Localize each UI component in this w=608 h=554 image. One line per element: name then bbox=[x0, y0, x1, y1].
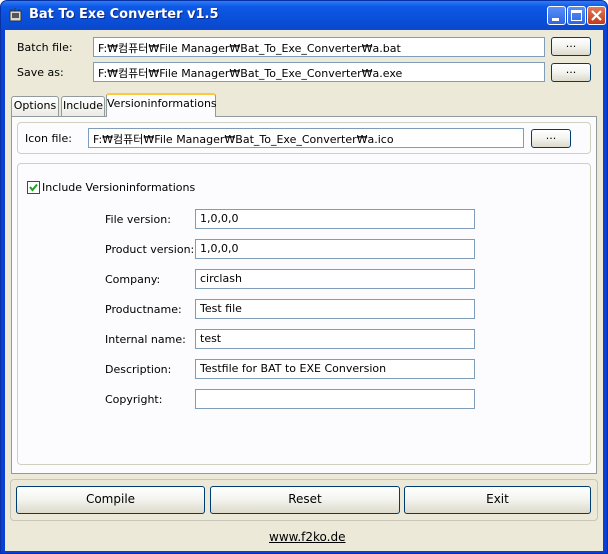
action-buttons-panel: Compile Reset Exit bbox=[10, 479, 598, 521]
icon-browse-button[interactable]: ... bbox=[531, 129, 571, 148]
close-icon bbox=[591, 10, 602, 21]
close-button[interactable] bbox=[587, 6, 606, 25]
product-version-label: Product version: bbox=[105, 243, 195, 256]
reset-button[interactable]: Reset bbox=[210, 486, 400, 514]
description-label: Description: bbox=[105, 363, 172, 376]
app-window: Bat To Exe Converter v1.5 Batch file: F:… bbox=[0, 0, 608, 554]
batch-browse-button[interactable]: ... bbox=[551, 37, 591, 56]
company-input[interactable]: circlash bbox=[195, 269, 475, 289]
icon-file-group: Icon file: F:₩컴퓨터₩File Manager₩Bat_To_Ex… bbox=[17, 122, 591, 154]
productname-input[interactable]: Test file bbox=[195, 299, 475, 319]
productname-label: Productname: bbox=[105, 303, 182, 316]
exit-button[interactable]: Exit bbox=[404, 486, 591, 514]
tab-versioninformations[interactable]: Versioninformations bbox=[106, 93, 217, 117]
save-browse-button[interactable]: ... bbox=[551, 63, 591, 82]
window-title: Bat To Exe Converter v1.5 bbox=[29, 7, 219, 22]
icon-file-label: Icon file: bbox=[25, 132, 72, 145]
copyright-label: Copyright: bbox=[105, 393, 163, 406]
include-versioninfo-checkbox[interactable] bbox=[27, 181, 40, 194]
tab-panel: Icon file: F:₩컴퓨터₩File Manager₩Bat_To_Ex… bbox=[11, 116, 597, 474]
file-version-label: File version: bbox=[105, 213, 171, 226]
save-as-input[interactable]: F:₩컴퓨터₩File Manager₩Bat_To_Exe_Converter… bbox=[93, 62, 545, 82]
minimize-button[interactable] bbox=[547, 6, 566, 25]
product-version-input[interactable]: 1,0,0,0 bbox=[195, 239, 475, 259]
checkmark-icon bbox=[29, 183, 38, 192]
client-area: Batch file: F:₩컴퓨터₩File Manager₩Bat_To_E… bbox=[5, 30, 603, 551]
internal-name-input[interactable]: test bbox=[195, 329, 475, 349]
description-input[interactable]: Testfile for BAT to EXE Conversion bbox=[195, 359, 475, 379]
copyright-input[interactable] bbox=[195, 389, 475, 409]
tab-options[interactable]: Options bbox=[11, 96, 59, 116]
batch-file-label: Batch file: bbox=[17, 41, 73, 54]
app-icon bbox=[9, 8, 22, 22]
website-link[interactable]: www.f2ko.de bbox=[269, 530, 345, 544]
include-versioninfo-label: Include Versioninformations bbox=[42, 181, 196, 194]
title-bar[interactable]: Bat To Exe Converter v1.5 bbox=[1, 1, 607, 30]
company-label: Company: bbox=[105, 273, 161, 286]
maximize-button[interactable] bbox=[567, 6, 586, 25]
internal-name-label: Internal name: bbox=[105, 333, 186, 346]
maximize-icon bbox=[571, 10, 582, 21]
version-info-group: Include Versioninformations File version… bbox=[17, 163, 591, 465]
minimize-icon bbox=[552, 18, 559, 21]
tab-include[interactable]: Include bbox=[61, 96, 105, 116]
file-version-input[interactable]: 1,0,0,0 bbox=[195, 209, 475, 229]
compile-button[interactable]: Compile bbox=[16, 486, 205, 514]
save-as-label: Save as: bbox=[17, 66, 64, 79]
batch-file-input[interactable]: F:₩컴퓨터₩File Manager₩Bat_To_Exe_Converter… bbox=[93, 37, 545, 57]
icon-file-input[interactable]: F:₩컴퓨터₩File Manager₩Bat_To_Exe_Converter… bbox=[88, 128, 524, 148]
